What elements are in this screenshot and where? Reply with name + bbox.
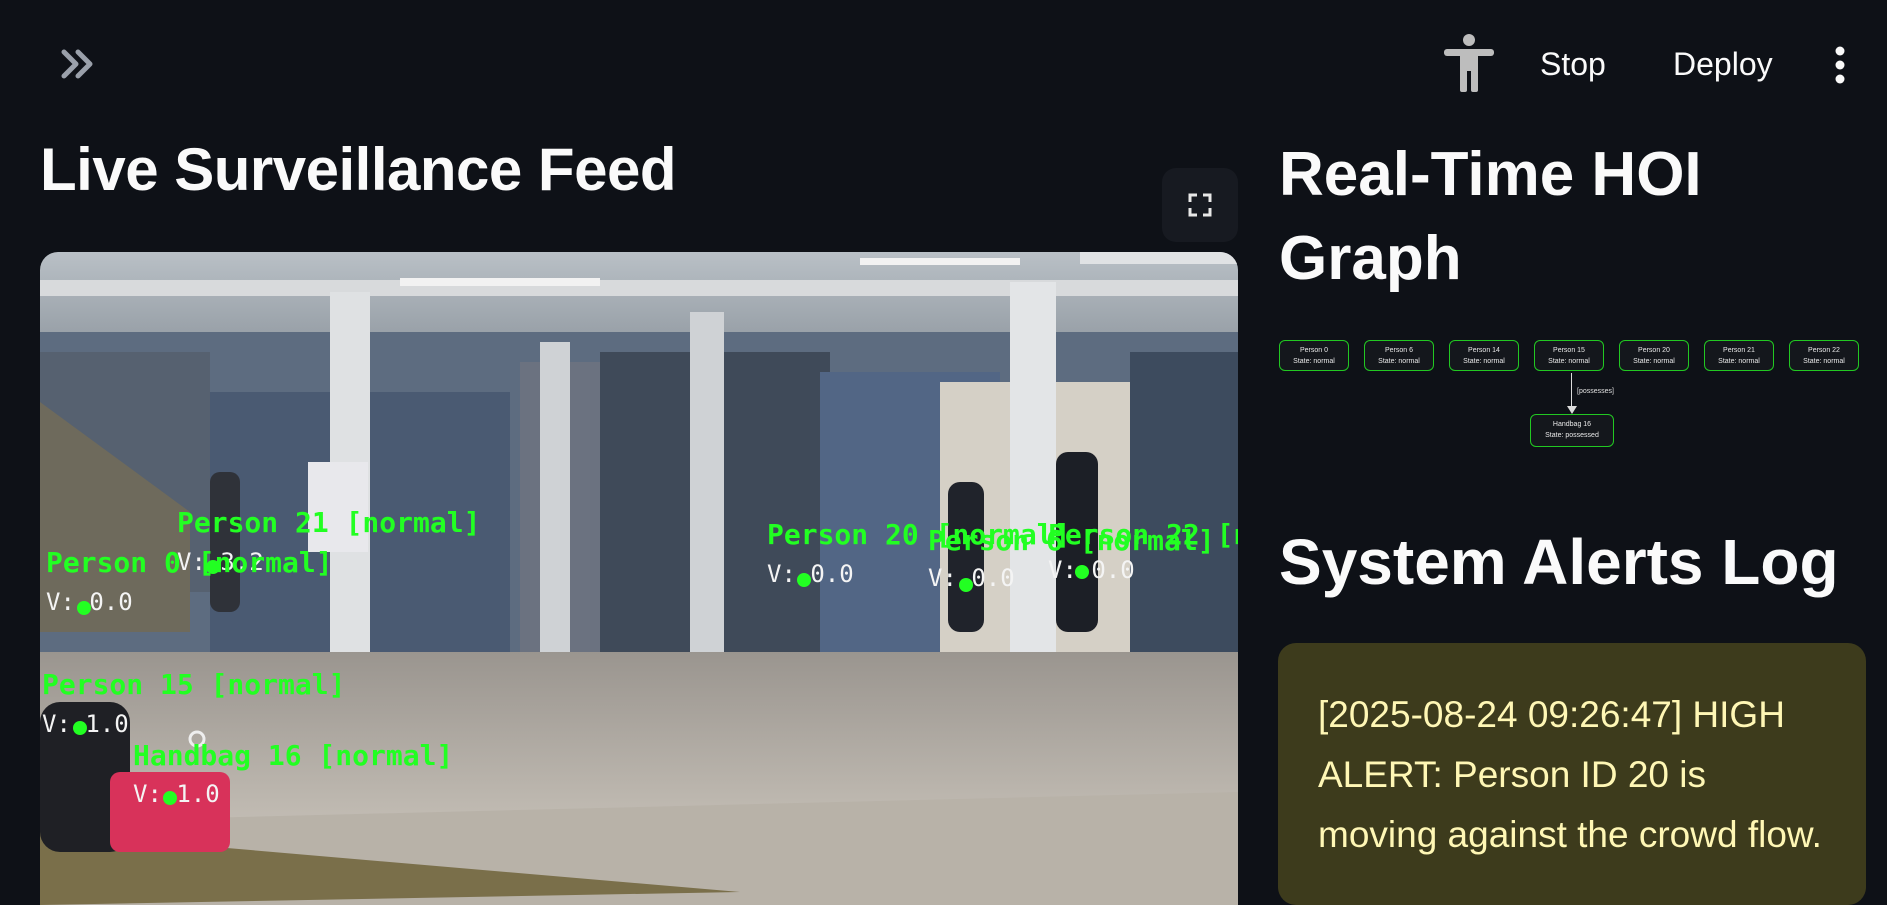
graph-node-state: State: normal <box>1718 358 1760 365</box>
detection-label: Person 0 [normal] <box>46 546 333 579</box>
graph-node-name: Person 6 <box>1384 347 1414 354</box>
graph-node-name: Person 0 <box>1299 347 1329 354</box>
detection-centroid <box>959 578 973 592</box>
detection-centroid <box>797 573 811 587</box>
deploy-button[interactable]: Deploy <box>1673 40 1773 88</box>
alerts-title: System Alerts Log <box>1279 526 1839 598</box>
graph-node-person[interactable]: Person 22 State: normal <box>1789 340 1859 371</box>
graph-node-person[interactable]: Person 0 State: normal <box>1279 340 1349 371</box>
graph-node-state: State: normal <box>1633 358 1675 365</box>
graph-node-name: Person 14 <box>1468 347 1500 354</box>
graph-node-person[interactable]: Person 21 State: normal <box>1704 340 1774 371</box>
detection-velocity: V: 1.0 <box>133 780 220 808</box>
detection-label: Person 21 [normal] <box>177 506 480 539</box>
video-feed: Person 21 [normal] V: 3.2 Person 0 [normal… <box>40 252 1238 905</box>
detection-centroid <box>163 791 177 805</box>
accessibility-icon[interactable] <box>1442 34 1496 92</box>
graph-node-state: State: possessed <box>1545 432 1599 439</box>
graph-node-state: State: normal <box>1378 358 1420 365</box>
top-bar: Stop Deploy <box>0 0 1887 130</box>
graph-node-name: Person 21 <box>1723 347 1755 354</box>
detection-velocity: V: 0.0 <box>1048 556 1135 584</box>
graph-node-person[interactable]: Person 15 State: normal <box>1534 340 1604 371</box>
double-chevron-right-icon[interactable] <box>58 46 98 82</box>
detection-label: Person 22 [normal] <box>1048 518 1238 551</box>
graph-edge-label: [possesses] <box>1577 388 1614 395</box>
graph-node-state: State: normal <box>1463 358 1505 365</box>
graph-node-state: State: normal <box>1548 358 1590 365</box>
detection-centroid <box>77 601 91 615</box>
graph-title: Real-Time HOI Graph <box>1279 140 1702 293</box>
stop-button[interactable]: Stop <box>1540 40 1606 88</box>
detection-label: Person 15 [normal] <box>42 668 345 701</box>
hoi-graph: [possesses] Handbag 16 State: possessed … <box>1279 336 1869 456</box>
graph-node-person[interactable]: Person 20 State: normal <box>1619 340 1689 371</box>
graph-node-name: Handbag 16 <box>1552 421 1592 428</box>
graph-node-person[interactable]: Person 14 State: normal <box>1449 340 1519 371</box>
detection-velocity: V: 0.0 <box>767 560 854 588</box>
fullscreen-icon <box>1188 193 1212 217</box>
feed-title: Live Surveillance Feed <box>40 136 676 203</box>
detection-centroid <box>73 721 87 735</box>
graph-edge-arrow <box>1567 406 1577 414</box>
graph-node-name: Person 20 <box>1638 347 1670 354</box>
alert-item: [2025-08-24 09:26:47] HIGH ALERT: Person… <box>1278 643 1866 905</box>
fullscreen-button[interactable] <box>1162 168 1238 242</box>
vertical-ellipsis-icon[interactable] <box>1826 46 1854 86</box>
graph-node-name: Person 22 <box>1808 347 1840 354</box>
graph-edge <box>1571 373 1572 409</box>
detection-centroid <box>1075 565 1089 579</box>
graph-node-state: State: normal <box>1803 358 1845 365</box>
graph-node-object[interactable]: Handbag 16 State: possessed <box>1530 414 1614 447</box>
graph-node-person[interactable]: Person 6 State: normal <box>1364 340 1434 371</box>
graph-node-state: State: normal <box>1293 358 1335 365</box>
graph-node-name: Person 15 <box>1553 347 1585 354</box>
detection-label: Handbag 16 [normal] <box>133 739 453 772</box>
alert-text: [2025-08-24 09:26:47] HIGH ALERT: Person… <box>1318 694 1822 855</box>
